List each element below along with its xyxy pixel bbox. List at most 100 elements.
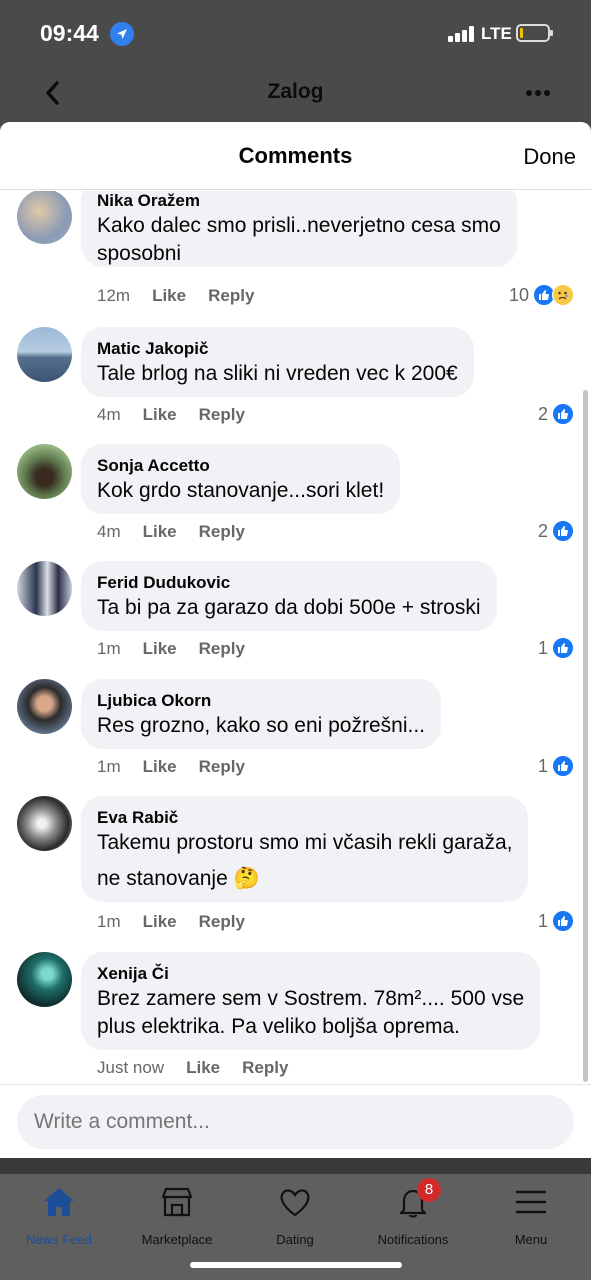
tab-dating[interactable]: Dating (236, 1182, 354, 1247)
reaction-summary[interactable]: 1 (538, 637, 574, 659)
reaction-summary[interactable]: 10 (509, 284, 574, 306)
comment-time: 1m (97, 639, 121, 658)
comment-meta: 12m Like Reply (97, 286, 276, 306)
tab-menu[interactable]: Menu (472, 1182, 590, 1247)
page-title: Zalog (267, 80, 324, 103)
tab-label: Dating (276, 1232, 314, 1247)
comment-bubble[interactable]: Nika Oražem Kako dalec smo prisli..never… (81, 191, 517, 267)
reaction-count: 1 (537, 637, 548, 658)
tab-news-feed[interactable]: News Feed (0, 1182, 118, 1247)
comment-author[interactable]: Xenija Či (97, 963, 524, 985)
comment-time: 1m (97, 757, 121, 776)
comment-bubble[interactable]: Ljubica Okorn Res grozno, kako so eni po… (81, 679, 442, 749)
reply-button[interactable]: Reply (199, 522, 245, 542)
reaction-summary[interactable]: 1 (538, 755, 574, 777)
comment-bubble[interactable]: Sonja Accetto Kok grdo stanovanje...sori… (81, 444, 401, 514)
comment-text: Kako dalec smo prisli..neverjetno cesa s… (97, 214, 501, 237)
reply-button[interactable]: Reply (199, 405, 245, 425)
home-indicator (190, 1262, 402, 1268)
comment-meta: 4m Like Reply (97, 522, 267, 542)
comment-text: plus elektrika. Pa veliko boljša oprema. (97, 1015, 461, 1038)
comment-meta: Just now Like Reply (97, 1058, 310, 1078)
like-button[interactable]: Like (143, 639, 177, 659)
like-button[interactable]: Like (152, 286, 186, 306)
like-button[interactable]: Like (186, 1058, 220, 1078)
comment-author[interactable]: Eva Rabič (97, 807, 512, 829)
status-bar: 09:44 LTE (0, 0, 591, 66)
reaction-count: 10 (508, 284, 529, 305)
tab-label: Marketplace (141, 1232, 213, 1247)
reaction-count: 2 (537, 403, 548, 424)
avatar[interactable] (17, 327, 72, 382)
comment-bubble[interactable]: Xenija Či Brez zamere sem v Sostrem. 78m… (81, 952, 541, 1050)
comment-text: sposobni (97, 242, 182, 265)
like-icon (552, 637, 574, 659)
reply-button[interactable]: Reply (242, 1058, 288, 1078)
scrollbar[interactable] (583, 390, 588, 1082)
tab-label: News Feed (26, 1232, 92, 1247)
comment-text: Res grozno, kako so eni požrešni... (97, 714, 426, 737)
reaction-summary[interactable]: 2 (538, 520, 574, 542)
reaction-count: 1 (537, 755, 548, 776)
background-feed-strip (0, 1158, 591, 1174)
more-options-icon[interactable] (524, 78, 552, 108)
comment-author[interactable]: Ferid Dudukovic (97, 572, 481, 594)
tab-marketplace[interactable]: Marketplace (118, 1182, 236, 1247)
like-icon (552, 520, 574, 542)
like-button[interactable]: Like (143, 405, 177, 425)
bell-icon: 8 (354, 1178, 472, 1222)
comment-author[interactable]: Ljubica Okorn (97, 690, 425, 712)
location-arrow-icon (110, 22, 134, 46)
dating-icon (236, 1182, 354, 1222)
reaction-summary[interactable]: 1 (538, 910, 574, 932)
home-icon (0, 1182, 118, 1222)
tab-notifications[interactable]: 8 Notifications (354, 1178, 472, 1247)
comment-meta: 4m Like Reply (97, 405, 267, 425)
comment-text: Tale brlog na sliki ni vreden vec k 200€ (97, 362, 458, 385)
comment-author[interactable]: Nika Oražem (97, 191, 501, 212)
comment-author[interactable]: Sonja Accetto (97, 455, 384, 477)
menu-icon (472, 1182, 590, 1222)
comment-bubble[interactable]: Matic Jakopič Tale brlog na sliki ni vre… (81, 327, 474, 397)
comment-text: Brez zamere sem v Sostrem. 78m².... 500 … (97, 987, 525, 1010)
background-nav-bar: Zalog (0, 66, 591, 126)
avatar[interactable] (17, 679, 72, 734)
comments-list[interactable]: Nika Oražem Kako dalec smo prisli..never… (0, 191, 591, 1086)
comment-bubble[interactable]: Eva Rabič Takemu prostoru smo mi včasih … (81, 796, 529, 902)
comment-text: Kok grdo stanovanje...sori klet! (97, 479, 385, 502)
comment-meta: 1m Like Reply (97, 757, 267, 777)
done-button[interactable]: Done (523, 144, 576, 170)
comment-text: ne stanovanje 🤔 (97, 867, 260, 890)
comment-meta: 1m Like Reply (97, 912, 267, 932)
reaction-count: 1 (537, 910, 548, 931)
like-button[interactable]: Like (143, 522, 177, 542)
reply-button[interactable]: Reply (199, 912, 245, 932)
signal-icon (448, 26, 476, 42)
marketplace-icon (118, 1182, 236, 1222)
comment-text: Takemu prostoru smo mi včasih rekli gara… (97, 831, 513, 854)
sheet-title: Comments (238, 143, 353, 168)
notification-badge: 8 (417, 1178, 441, 1202)
comment-input[interactable] (17, 1095, 574, 1149)
sad-icon (552, 284, 574, 306)
avatar[interactable] (17, 796, 72, 851)
like-button[interactable]: Like (143, 757, 177, 777)
avatar[interactable] (17, 952, 72, 1007)
comment-time: 1m (97, 912, 121, 931)
reply-button[interactable]: Reply (208, 286, 254, 306)
comment-author[interactable]: Matic Jakopič (97, 338, 458, 360)
comment-bubble[interactable]: Ferid Dudukovic Ta bi pa za garazo da do… (81, 561, 497, 631)
reaction-summary[interactable]: 2 (538, 403, 574, 425)
like-icon (552, 403, 574, 425)
avatar[interactable] (17, 191, 72, 244)
comment-time: 12m (97, 286, 131, 305)
comment-text: Ta bi pa za garazo da dobi 500e + strosk… (97, 596, 481, 619)
avatar[interactable] (17, 561, 72, 616)
reply-button[interactable]: Reply (199, 639, 245, 659)
like-button[interactable]: Like (143, 912, 177, 932)
tab-label: Menu (514, 1232, 548, 1247)
avatar[interactable] (17, 444, 72, 499)
like-icon (552, 755, 574, 777)
reply-button[interactable]: Reply (199, 757, 245, 777)
comments-sheet: Comments Done Nika Oražem Kako dalec smo… (0, 122, 591, 1158)
